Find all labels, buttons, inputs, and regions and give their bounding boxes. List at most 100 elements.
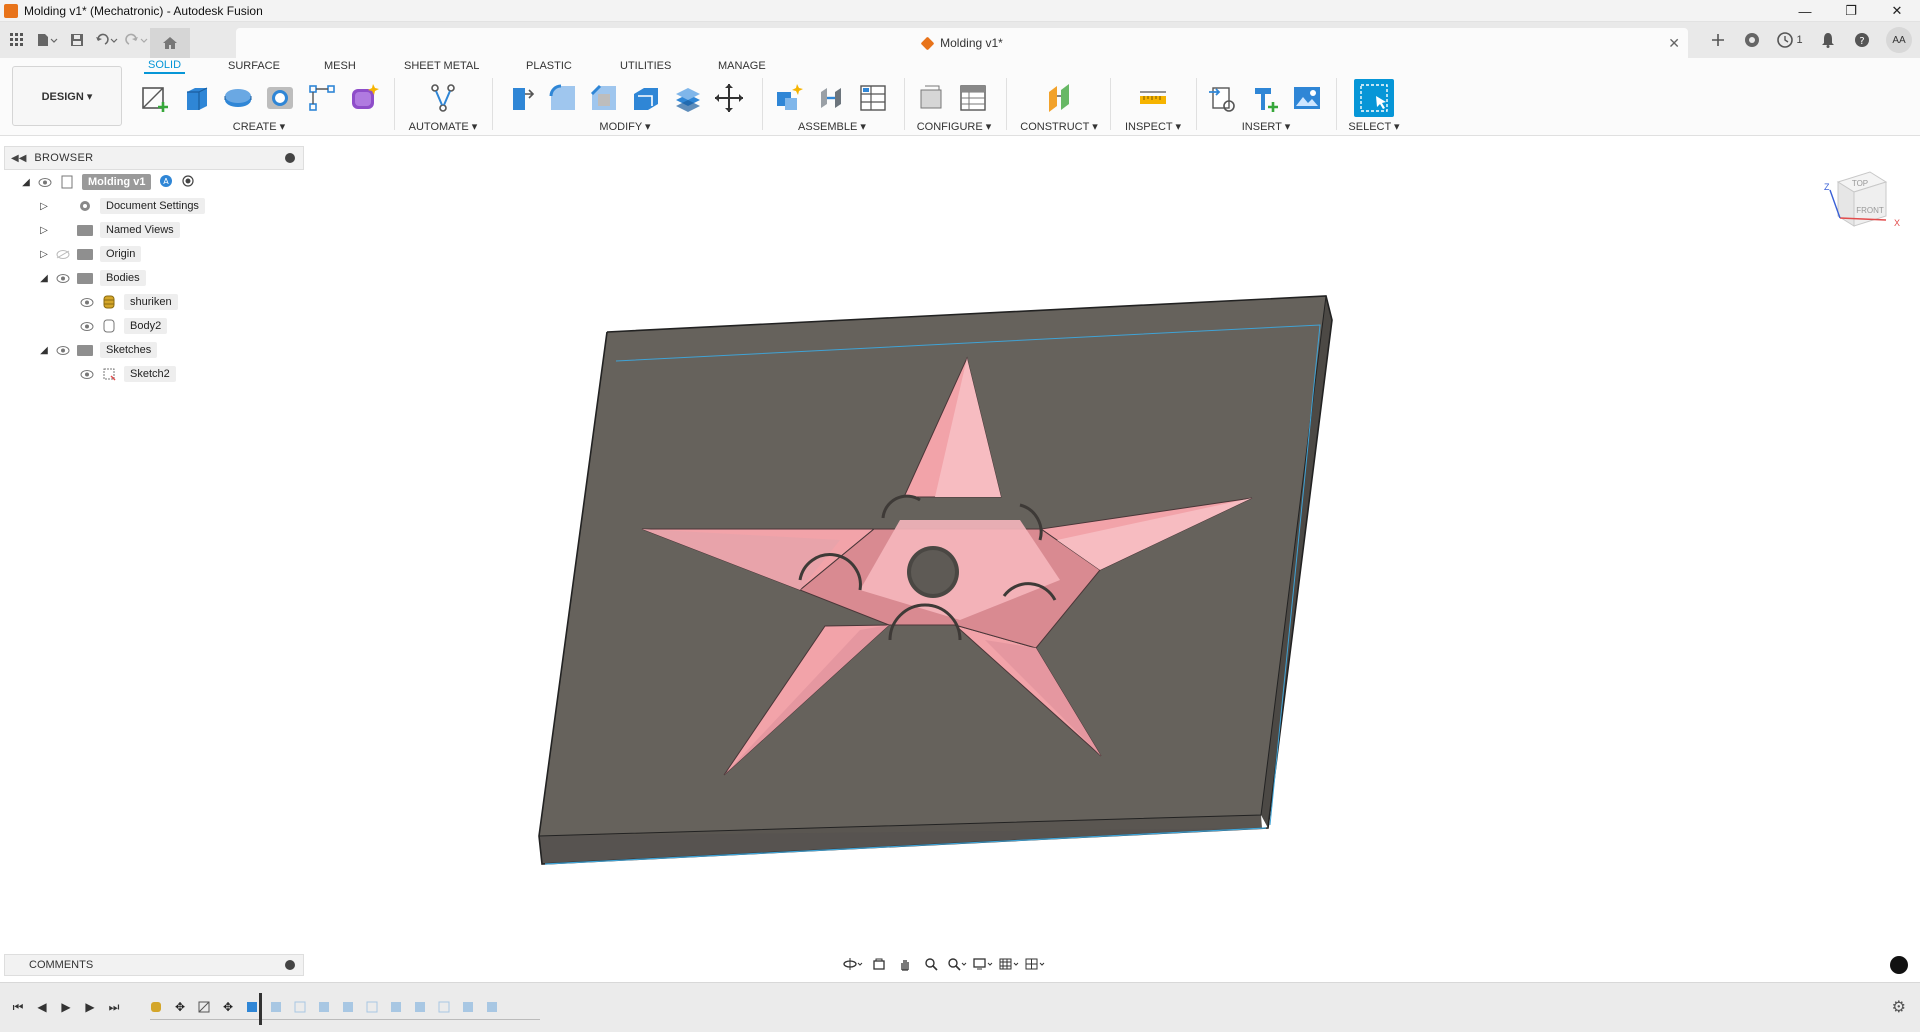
viewcube-top-label[interactable]: TOP xyxy=(1852,179,1868,188)
rectangular-pattern-icon[interactable] xyxy=(305,81,339,115)
close-button[interactable]: ✕ xyxy=(1874,0,1920,22)
viewcube[interactable]: TOP FRONT Z X xyxy=(1810,168,1910,248)
new-component-icon[interactable] xyxy=(772,81,806,115)
tree-label-origin[interactable]: Origin xyxy=(100,246,142,262)
browser-minimize-icon[interactable] xyxy=(285,153,295,163)
timeline-suppressed-icon[interactable] xyxy=(336,995,360,1019)
create-form-icon[interactable] xyxy=(346,81,380,115)
visibility-eye-icon[interactable] xyxy=(80,369,94,379)
extrude-icon[interactable] xyxy=(180,81,214,115)
modify-group-label[interactable]: MODIFY ▾ xyxy=(500,120,750,133)
construct-group-label[interactable]: CONSTRUCT ▾ xyxy=(1014,120,1104,133)
tree-label-sketches[interactable]: Sketches xyxy=(100,342,158,358)
tab-sheet-metal[interactable]: SHEET METAL xyxy=(400,58,483,74)
pan-hand-icon[interactable] xyxy=(893,954,917,974)
timeline-sketch-icon[interactable] xyxy=(192,995,216,1019)
tree-node-bodies[interactable]: ◢ Bodies xyxy=(38,268,146,288)
timeline-suppressed-icon[interactable] xyxy=(384,995,408,1019)
new-tab-plus-icon[interactable] xyxy=(1704,26,1732,54)
timeline-suppressed-icon[interactable] xyxy=(288,995,312,1019)
tree-node-named-views[interactable]: ▷ Named Views xyxy=(38,220,180,240)
tab-utilities[interactable]: UTILITIES xyxy=(616,58,675,74)
tree-node-document-settings[interactable]: ▷ Document Settings xyxy=(38,196,205,216)
timeline-suppressed-icon[interactable] xyxy=(432,995,456,1019)
active-component-icon[interactable]: A xyxy=(159,174,173,191)
press-pull-icon[interactable] xyxy=(504,81,538,115)
viewports-icon[interactable] xyxy=(1023,954,1047,974)
timeline-suppressed-icon[interactable] xyxy=(480,995,504,1019)
tree-label-shuriken[interactable]: shuriken xyxy=(124,294,178,310)
look-at-icon[interactable] xyxy=(867,954,891,974)
tree-node-root[interactable]: ◢ Molding v1 A xyxy=(20,172,195,192)
canvas-viewport[interactable] xyxy=(0,137,1920,952)
timeline-suppressed-icon[interactable] xyxy=(312,995,336,1019)
fit-zoom-window-icon[interactable] xyxy=(945,954,969,974)
step-back-icon[interactable]: ◀ xyxy=(30,995,54,1019)
visibility-eye-icon[interactable] xyxy=(80,297,94,307)
insert-group-label[interactable]: INSERT ▾ xyxy=(1202,120,1330,133)
go-to-start-icon[interactable]: ⏮ xyxy=(6,995,30,1019)
zoom-icon[interactable] xyxy=(919,954,943,974)
help-icon[interactable]: ? xyxy=(1848,26,1876,54)
add-comment-icon[interactable] xyxy=(285,960,295,970)
tree-node-origin[interactable]: ▷ Origin xyxy=(38,244,142,264)
offset-plane-icon[interactable] xyxy=(1042,81,1076,115)
timeline-suppressed-icon[interactable] xyxy=(264,995,288,1019)
extensions-icon[interactable] xyxy=(1738,26,1766,54)
timeline-move-icon[interactable]: ✥ xyxy=(168,995,192,1019)
chamfer-icon[interactable] xyxy=(587,81,621,115)
tree-node-sketch2[interactable]: Sketch2 xyxy=(74,364,176,384)
joint-icon[interactable] xyxy=(814,81,848,115)
undo-icon[interactable] xyxy=(94,28,120,52)
text-commands-icon[interactable] xyxy=(1890,956,1908,974)
activate-radio-icon[interactable] xyxy=(181,174,195,191)
home-tab[interactable] xyxy=(150,28,190,58)
tab-plastic[interactable]: PLASTIC xyxy=(522,58,576,74)
timeline-settings-gear-icon[interactable]: ⚙ xyxy=(1892,997,1906,1017)
tab-manage[interactable]: MANAGE xyxy=(714,58,770,74)
tree-node-sketches[interactable]: ◢ Sketches xyxy=(38,340,158,360)
display-settings-icon[interactable] xyxy=(971,954,995,974)
play-icon[interactable]: ▶ xyxy=(54,995,78,1019)
canvas-image-icon[interactable] xyxy=(1290,81,1324,115)
create-group-label[interactable]: CREATE ▾ xyxy=(134,120,384,133)
measure-icon[interactable] xyxy=(1136,81,1170,115)
timeline-marker[interactable] xyxy=(259,993,262,1025)
orbit-icon[interactable] xyxy=(841,954,865,974)
select-group-label[interactable]: SELECT ▾ xyxy=(1342,120,1406,133)
configure-group-label[interactable]: CONFIGURE ▾ xyxy=(910,120,998,133)
visibility-eye-icon[interactable] xyxy=(38,177,52,187)
fillet-icon[interactable] xyxy=(546,81,580,115)
tab-surface[interactable]: SURFACE xyxy=(224,58,284,74)
move-copy-icon[interactable] xyxy=(712,81,746,115)
close-tab-icon[interactable]: ✕ xyxy=(1668,35,1680,52)
combine-icon[interactable] xyxy=(671,81,705,115)
collapse-triangle-icon[interactable]: ◢ xyxy=(38,272,50,284)
tree-label-named-views[interactable]: Named Views xyxy=(100,222,180,238)
visibility-eye-icon[interactable] xyxy=(56,345,70,355)
document-tab[interactable]: Molding v1* ✕ xyxy=(236,28,1688,58)
restore-button[interactable]: ❐ xyxy=(1828,0,1874,22)
file-menu-icon[interactable] xyxy=(34,28,60,52)
tree-label-sketch2[interactable]: Sketch2 xyxy=(124,366,176,382)
create-sketch-icon[interactable] xyxy=(138,81,172,115)
save-icon[interactable] xyxy=(64,28,90,52)
shell-icon[interactable] xyxy=(629,81,663,115)
timeline-move-icon[interactable]: ✥ xyxy=(216,995,240,1019)
insert-mcmaster-icon[interactable] xyxy=(1248,81,1282,115)
tree-label-bodies[interactable]: Bodies xyxy=(100,270,146,286)
tree-label-body2[interactable]: Body2 xyxy=(124,318,168,334)
automate-group-label[interactable]: AUTOMATE ▾ xyxy=(400,120,486,133)
expand-triangle-icon[interactable]: ▷ xyxy=(38,200,50,212)
redo-icon[interactable] xyxy=(124,28,150,52)
tree-node-body2[interactable]: Body2 xyxy=(74,316,168,336)
go-to-end-icon[interactable]: ⏭ xyxy=(102,995,126,1019)
tree-label-root[interactable]: Molding v1 xyxy=(82,174,152,190)
revolve-icon[interactable] xyxy=(221,81,255,115)
hidden-eye-icon[interactable] xyxy=(56,249,70,259)
notifications-bell-icon[interactable] xyxy=(1814,26,1842,54)
viewcube-front-label[interactable]: FRONT xyxy=(1856,206,1884,215)
hole-icon[interactable] xyxy=(263,81,297,115)
visibility-eye-icon[interactable] xyxy=(56,273,70,283)
collapse-browser-icon[interactable]: ◀◀ xyxy=(11,153,26,164)
